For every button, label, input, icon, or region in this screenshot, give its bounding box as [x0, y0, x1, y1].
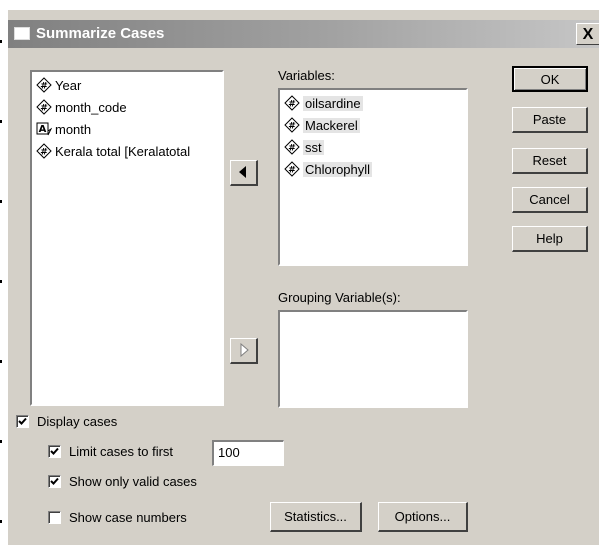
list-item[interactable]: # Year [32, 76, 222, 98]
background-edge-tick [0, 200, 2, 203]
background-edge-tick [0, 360, 2, 363]
svg-text:#: # [288, 166, 296, 176]
case-numbers-checkbox[interactable]: Show case numbers [48, 510, 187, 525]
grouping-variables-list[interactable] [278, 310, 468, 408]
display-cases-checkbox[interactable]: Display cases [16, 414, 117, 429]
scale-variable-icon: # [36, 99, 52, 115]
scale-variable-icon: # [284, 117, 300, 133]
list-item[interactable]: # sst [280, 138, 466, 160]
checkmark-icon [18, 417, 27, 425]
checkbox[interactable] [16, 415, 29, 428]
list-item[interactable]: # Mackerel [280, 116, 466, 138]
background-edge-tick [0, 120, 2, 123]
right-arrow-icon [240, 342, 249, 358]
scale-variable-icon: # [284, 95, 300, 111]
checkmark-icon [50, 447, 59, 455]
reset-button[interactable]: Reset [512, 148, 588, 174]
background-edge-tick [0, 520, 2, 523]
scale-variable-icon: # [36, 143, 52, 159]
list-item[interactable]: # Kerala total [Keralatotal [32, 142, 222, 164]
variables-list[interactable]: # oilsardine # Mackerel # sst # Chlorophyll [278, 88, 468, 266]
list-item[interactable]: # Chlorophyll [280, 160, 466, 182]
cancel-button[interactable]: Cancel [512, 187, 588, 213]
svg-text:A: A [39, 124, 47, 135]
background-edge-tick [0, 280, 2, 283]
list-item[interactable]: Amonth [32, 120, 222, 142]
title-bar[interactable]: Summarize Cases X [8, 20, 599, 48]
help-button[interactable]: Help [512, 226, 588, 252]
left-arrow-icon [239, 166, 246, 178]
window-icon[interactable] [14, 27, 30, 40]
scale-variable-icon: # [284, 139, 300, 155]
grouping-label: Grouping Variable(s): [278, 290, 401, 305]
variables-label: Variables: [278, 68, 335, 83]
svg-text:#: # [40, 104, 48, 114]
svg-text:#: # [40, 148, 48, 158]
move-to-grouping-button[interactable] [230, 338, 258, 364]
checkbox[interactable] [48, 445, 61, 458]
scale-variable-icon: # [36, 77, 52, 93]
list-item[interactable]: # month_code [32, 98, 222, 120]
checkmark-icon [50, 477, 59, 485]
string-variable-icon: A [36, 122, 52, 136]
svg-text:#: # [288, 122, 296, 132]
scale-variable-icon: # [284, 161, 300, 177]
limit-cases-checkbox[interactable]: Limit cases to first [48, 444, 173, 459]
move-to-variables-button[interactable] [230, 160, 258, 186]
background-edge-tick [0, 440, 2, 443]
background-edge-tick [0, 40, 2, 43]
list-item[interactable]: # oilsardine [280, 94, 466, 116]
svg-text:#: # [40, 82, 48, 92]
close-button[interactable]: X [576, 23, 599, 45]
statistics-button[interactable]: Statistics... [270, 502, 362, 532]
paste-button[interactable]: Paste [512, 107, 588, 133]
limit-cases-input[interactable]: 100 [212, 440, 284, 466]
svg-text:#: # [288, 144, 296, 154]
summarize-cases-dialog: Summarize Cases X # Year # month_code Amon… [8, 10, 599, 545]
checkbox[interactable] [48, 511, 61, 524]
valid-cases-checkbox[interactable]: Show only valid cases [48, 474, 197, 489]
checkbox[interactable] [48, 475, 61, 488]
svg-text:#: # [288, 100, 296, 110]
window-title: Summarize Cases [36, 25, 165, 42]
source-variable-list[interactable]: # Year # month_code Amonth # Kerala total [… [30, 70, 224, 406]
options-button[interactable]: Options... [378, 502, 468, 532]
ok-button[interactable]: OK [512, 66, 588, 92]
